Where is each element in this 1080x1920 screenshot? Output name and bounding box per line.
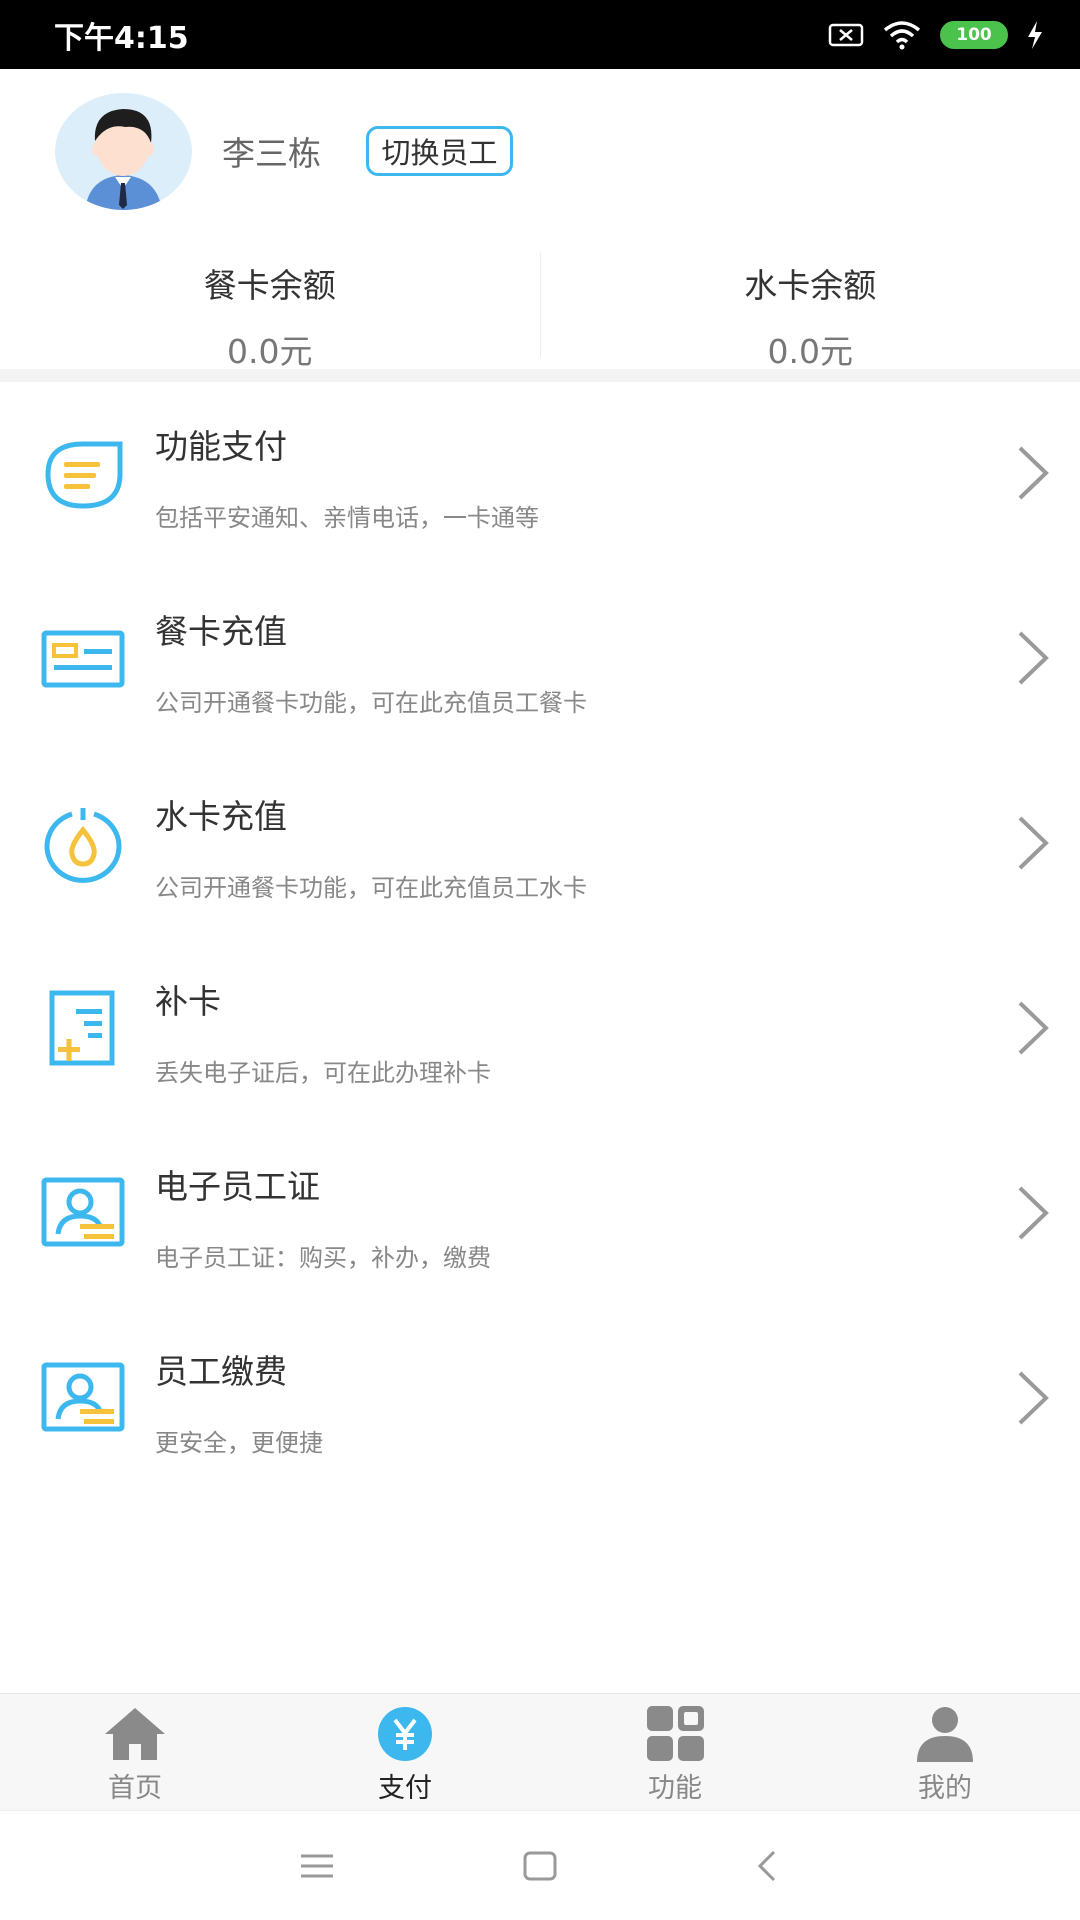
chat-list-icon — [45, 441, 123, 509]
balance-title: 水卡余额 — [744, 266, 877, 305]
back-icon[interactable] — [748, 1846, 788, 1886]
payment-menu: 功能支付 包括平安通知、亲情电话，一卡通等 餐卡充值 公司开通餐卡功能，可在此充… — [0, 382, 1080, 1492]
menu-item-title: 员工缴费 — [155, 1352, 287, 1391]
profile-header: 李三栋 切换员工 — [0, 69, 1080, 229]
menu-item-desc: 更安全，更便捷 — [155, 1429, 323, 1457]
bottom-tab-bar: 首页 支付 功能 我的 — [0, 1693, 1080, 1810]
tab-label: 功能 — [648, 1773, 702, 1804]
yuan-icon — [378, 1707, 432, 1761]
tab-payment[interactable]: 支付 — [270, 1694, 540, 1810]
menu-item-card-replacement[interactable]: 补卡 丢失电子证后，可在此办理补卡 — [0, 937, 1080, 1122]
tab-label: 我的 — [918, 1773, 972, 1804]
menu-item-e-employee-card[interactable]: 电子员工证 电子员工证：购买，补办，缴费 — [0, 1122, 1080, 1307]
menu-item-desc: 包括平安通知、亲情电话，一卡通等 — [155, 504, 539, 532]
menu-item-meal-card-recharge[interactable]: 餐卡充值 公司开通餐卡功能，可在此充值员工餐卡 — [0, 567, 1080, 752]
person-icon — [917, 1707, 973, 1762]
avatar[interactable] — [55, 93, 192, 210]
menu-item-desc: 公司开通餐卡功能，可在此充值员工水卡 — [155, 874, 587, 902]
status-icons: 100 — [828, 20, 1044, 50]
balance-value: 0.0元 — [767, 332, 853, 371]
balance-summary: 餐卡余额 0.0元 水卡余额 0.0元 — [0, 229, 1080, 371]
chevron-right-icon — [1018, 1186, 1049, 1240]
menu-item-title: 功能支付 — [155, 427, 287, 466]
doc-plus-icon — [49, 990, 115, 1066]
menu-item-title: 餐卡充值 — [155, 612, 287, 651]
grid-icon — [647, 1706, 704, 1761]
balance-title: 餐卡余额 — [203, 266, 336, 305]
switch-employee-button[interactable]: 切换员工 — [366, 126, 513, 176]
chevron-right-icon — [1018, 631, 1049, 685]
avatar-person-icon — [85, 109, 162, 210]
home-icon — [105, 1708, 165, 1760]
tab-label: 支付 — [378, 1773, 432, 1804]
chevron-right-icon — [1018, 1371, 1049, 1425]
tab-functions[interactable]: 功能 — [540, 1694, 810, 1810]
meal-card-balance: 餐卡余额 0.0元 — [0, 229, 540, 371]
card-icon — [41, 630, 125, 688]
menu-item-desc: 丢失电子证后，可在此办理补卡 — [155, 1059, 491, 1087]
menu-item-desc: 公司开通餐卡功能，可在此充值员工餐卡 — [155, 689, 587, 717]
water-drop-icon — [44, 808, 122, 883]
charging-icon — [1028, 20, 1042, 49]
menu-item-desc: 电子员工证：购买，补办，缴费 — [155, 1244, 491, 1272]
wifi-icon — [883, 20, 921, 49]
id-card-icon — [41, 1362, 125, 1432]
no-sim-icon — [828, 23, 864, 46]
section-divider — [0, 369, 1080, 382]
chevron-right-icon — [1018, 1001, 1049, 1055]
chevron-right-icon — [1018, 446, 1049, 500]
menu-item-title: 电子员工证 — [155, 1167, 320, 1206]
balance-value: 0.0元 — [227, 332, 313, 371]
tab-home[interactable]: 首页 — [0, 1694, 270, 1810]
status-bar: 下午4:15 100 — [0, 0, 1080, 69]
battery-indicator: 100 — [940, 20, 1008, 49]
menu-item-title: 水卡充值 — [155, 797, 287, 836]
water-card-balance: 水卡余额 0.0元 — [541, 229, 1080, 371]
menu-item-function-payment[interactable]: 功能支付 包括平安通知、亲情电话，一卡通等 — [0, 382, 1080, 567]
tab-mine[interactable]: 我的 — [810, 1694, 1080, 1810]
id-card-icon — [41, 1177, 125, 1247]
system-nav-bar — [0, 1810, 1080, 1920]
menu-item-employee-payment[interactable]: 员工缴费 更安全，更便捷 — [0, 1307, 1080, 1492]
status-time: 下午4:15 — [54, 20, 189, 56]
chevron-right-icon — [1018, 816, 1049, 870]
user-name: 李三栋 — [222, 134, 321, 173]
menu-icon[interactable] — [297, 1846, 337, 1886]
home-square-icon[interactable] — [520, 1846, 560, 1886]
menu-item-title: 补卡 — [155, 982, 221, 1021]
tab-label: 首页 — [108, 1773, 162, 1804]
menu-item-water-card-recharge[interactable]: 水卡充值 公司开通餐卡功能，可在此充值员工水卡 — [0, 752, 1080, 937]
